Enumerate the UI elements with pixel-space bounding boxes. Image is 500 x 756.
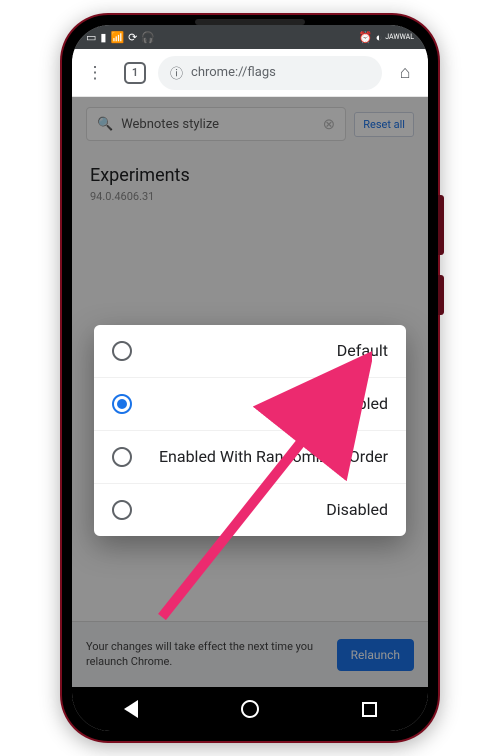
nav-home-button[interactable] (241, 700, 259, 718)
phone-frame: ▭ ▮ 📶 ⟳ 🎧 ⏰ ◐ JAWWAL ⋮ 1 ⓘ chrome://flag… (60, 13, 440, 743)
option-enabled-randomized[interactable]: Enabled With Randomized Order (94, 431, 406, 484)
url-text: chrome://flags (191, 65, 276, 80)
home-icon: ⌂ (400, 62, 411, 83)
carrier-label: JAWWAL (385, 33, 414, 41)
screen: ▭ ▮ 📶 ⟳ 🎧 ⏰ ◐ JAWWAL ⋮ 1 ⓘ chrome://flag… (72, 25, 428, 731)
dnd-icon: ◐ (376, 31, 383, 44)
option-label: Default (146, 341, 388, 361)
wifi-icon: ⟳ (128, 31, 137, 44)
signal-icon: 📶 (110, 31, 124, 44)
nav-recent-button[interactable] (362, 702, 377, 717)
tabs-button[interactable]: 1 (118, 56, 152, 90)
radio-icon-selected (112, 394, 132, 414)
option-label: Enabled (146, 394, 388, 414)
alarm-icon: ⏰ (359, 31, 373, 44)
status-left: ▭ ▮ 📶 ⟳ 🎧 (86, 31, 155, 44)
radio-icon (112, 500, 132, 520)
options-modal: Default Enabled Enabled With Randomized … (94, 325, 406, 536)
option-label: Disabled (146, 500, 388, 520)
signal-icon: ▮ (100, 31, 106, 44)
battery-icon: ▭ (86, 31, 96, 44)
url-bar[interactable]: ⓘ chrome://flags (158, 56, 382, 90)
home-button[interactable]: ⌂ (388, 56, 422, 90)
volume-button (438, 195, 444, 255)
option-default[interactable]: Default (94, 325, 406, 378)
status-right: ⏰ ◐ JAWWAL (359, 31, 414, 44)
info-icon: ⓘ (170, 63, 183, 82)
page-content: 🔍 Webnotes stylize ⊗ Reset all Experimen… (72, 97, 428, 687)
power-button (438, 275, 444, 315)
status-bar: ▭ ▮ 📶 ⟳ 🎧 ⏰ ◐ JAWWAL (72, 25, 428, 49)
option-label: Enabled With Randomized Order (146, 447, 388, 467)
radio-icon (112, 447, 132, 467)
home-circle-icon (241, 700, 259, 718)
radio-icon (112, 341, 132, 361)
address-bar: ⋮ 1 ⓘ chrome://flags ⌂ (72, 49, 428, 97)
system-nav-bar (72, 687, 428, 731)
option-disabled[interactable]: Disabled (94, 484, 406, 536)
nav-back-button[interactable] (124, 700, 138, 718)
back-icon (124, 700, 138, 718)
tabs-count-box: 1 (124, 62, 146, 84)
headphone-icon: 🎧 (141, 31, 155, 44)
option-enabled[interactable]: Enabled (94, 378, 406, 431)
menu-button[interactable]: ⋮ (78, 56, 112, 90)
recent-icon (362, 702, 377, 717)
